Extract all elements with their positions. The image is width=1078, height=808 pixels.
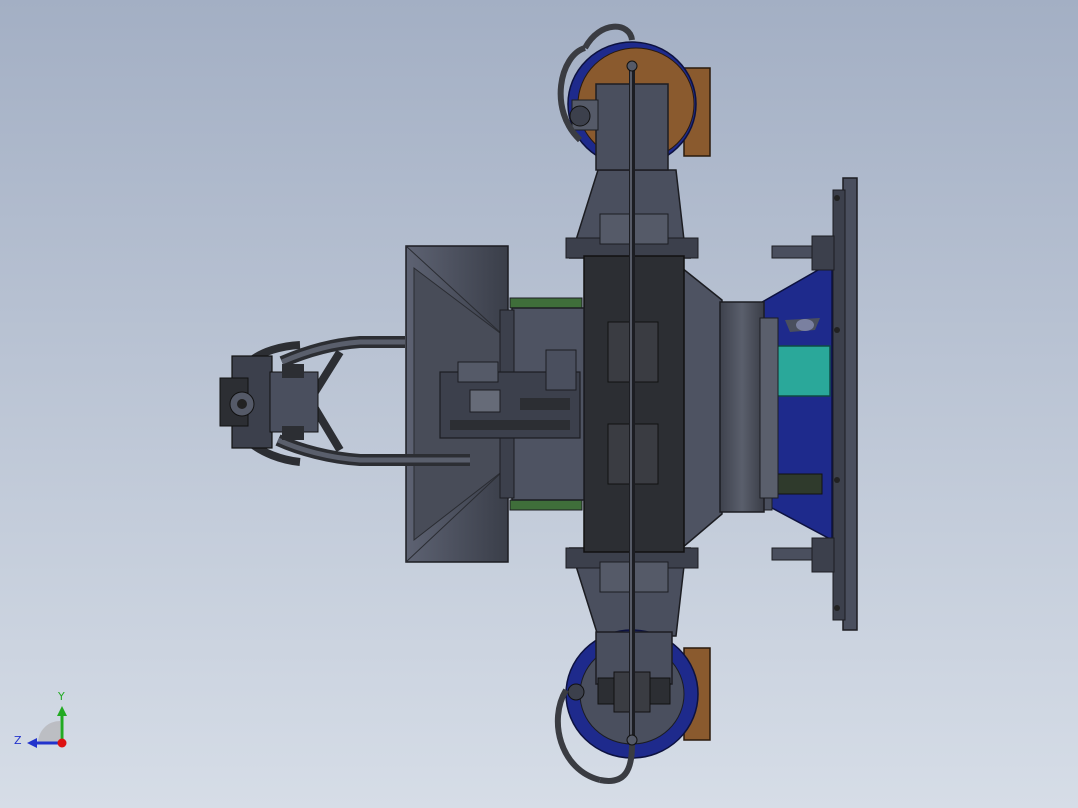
cad-viewport[interactable]: Y Z xyxy=(0,0,1078,808)
z-axis-label: Z xyxy=(14,734,22,747)
y-axis-label: Y xyxy=(57,690,65,703)
z-axis-arrowhead xyxy=(27,738,37,748)
top-wheel-assembly xyxy=(557,23,711,171)
triad-quadrant xyxy=(38,721,60,743)
main-rotary-drum xyxy=(681,266,779,550)
y-axis-arrowhead xyxy=(57,706,67,716)
robot-assembly-drawing: Y Z xyxy=(14,23,858,784)
axis-triad: Y Z xyxy=(14,690,67,748)
gripper-head xyxy=(219,355,319,449)
x-axis-point xyxy=(57,738,67,748)
